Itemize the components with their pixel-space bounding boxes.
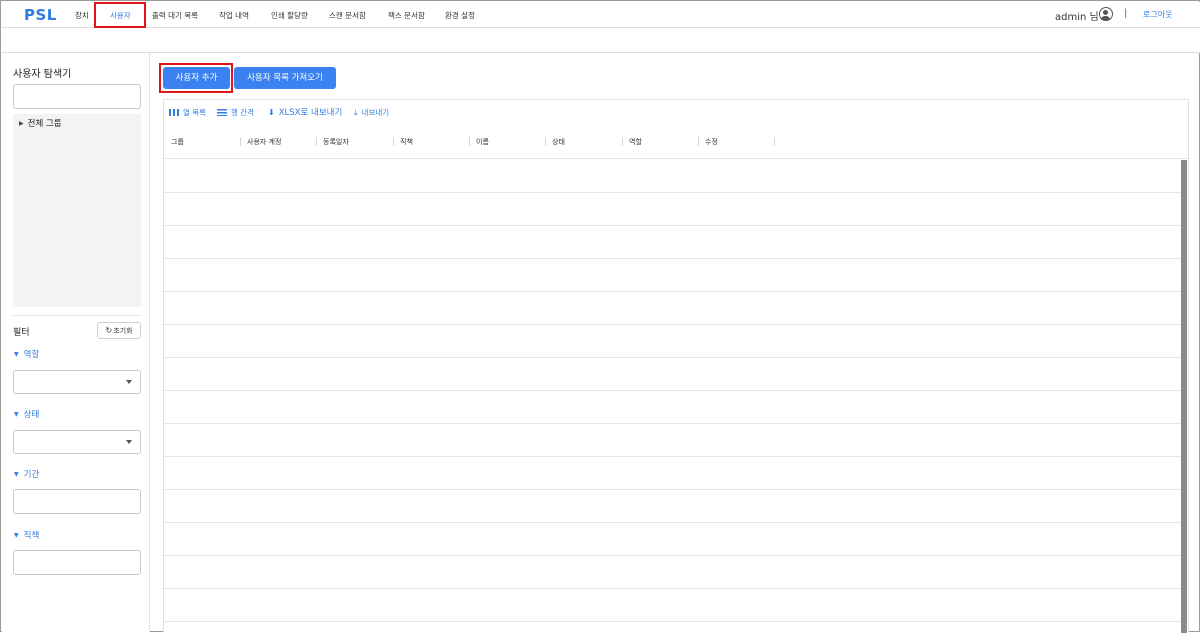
column-separator[interactable] <box>774 137 775 146</box>
table-row[interactable] <box>164 160 1182 193</box>
sidebar-search-input[interactable] <box>13 84 141 109</box>
table-row[interactable] <box>164 391 1182 424</box>
top-navigation: PSL 장치 사용자 출력 대기 목록 작업 내역 인쇄 할당량 스캔 문서함 … <box>2 2 1200 28</box>
column-header-role[interactable]: 역할 <box>629 137 642 147</box>
export-xlsx-button[interactable]: ⬇ XLSX로 내보내기 <box>268 106 342 118</box>
column-header-group[interactable]: 그룹 <box>171 137 184 147</box>
column-separator[interactable] <box>698 137 699 146</box>
tree-item-label: 전체 그룹 <box>27 119 62 129</box>
nav-item-settings[interactable]: 환경 설정 <box>445 10 475 21</box>
app-window: PSL 장치 사용자 출력 대기 목록 작업 내역 인쇄 할당량 스캔 문서함 … <box>0 0 1200 633</box>
nav-item-scan-box[interactable]: 스캔 문서함 <box>329 10 366 21</box>
export-button[interactable]: ⤓ 내보내기 <box>354 107 389 118</box>
column-separator[interactable] <box>545 137 546 146</box>
sub-header-bar <box>2 28 1200 53</box>
add-user-highlight-box <box>159 63 233 93</box>
table-row[interactable] <box>164 193 1182 226</box>
download-icon: ⬇ <box>268 108 275 117</box>
chevron-down-icon <box>126 380 132 384</box>
caret-down-icon: ▼ <box>14 411 19 418</box>
caret-down-icon: ▼ <box>14 471 19 478</box>
table-row[interactable] <box>164 226 1182 259</box>
refresh-icon: ↻ <box>105 326 113 335</box>
group-tree: ▶ 전체 그룹 <box>13 114 141 307</box>
filter-role-select[interactable] <box>13 370 141 394</box>
column-header-status[interactable]: 상태 <box>552 137 565 147</box>
column-header-account[interactable]: 사용자 계정 <box>247 137 281 147</box>
caret-down-icon: ▼ <box>14 351 19 358</box>
density-icon <box>217 109 227 116</box>
nav-item-devices[interactable]: 장치 <box>75 10 89 21</box>
nav-item-fax-box[interactable]: 팩스 문서함 <box>388 10 425 21</box>
tree-item-all-groups[interactable]: ▶ 전체 그룹 <box>19 117 62 129</box>
table-row[interactable] <box>164 457 1182 490</box>
table-row[interactable] <box>164 424 1182 457</box>
density-button[interactable]: 행 간격 <box>217 107 254 118</box>
export-icon: ⤓ <box>354 108 358 117</box>
sidebar-title: 사용자 탐색기 <box>13 69 72 80</box>
filter-status-select[interactable] <box>13 430 141 454</box>
filter-period-label[interactable]: ▼ 기간 <box>14 468 39 480</box>
tree-expand-icon[interactable]: ▶ <box>19 120 24 127</box>
grid-header: 그룹 사용자 계정 등록일자 직책 이름 상태 역할 수정 <box>164 130 1188 159</box>
caret-down-icon: ▼ <box>14 532 19 539</box>
column-header-registered[interactable]: 등록일자 <box>323 137 349 147</box>
user-explorer-sidebar: 사용자 탐색기 ▶ 전체 그룹 필터 ↻초기화 ▼ 역할 ▼ 상태 ▼ 기간 ▼ 직책 <box>2 53 150 632</box>
chevron-down-icon <box>126 440 132 444</box>
nav-item-print-quota[interactable]: 인쇄 할당량 <box>271 10 308 21</box>
table-row[interactable] <box>164 490 1182 523</box>
filter-title: 필터 <box>13 328 30 338</box>
table-row[interactable] <box>164 589 1182 622</box>
user-account-icon[interactable] <box>1099 7 1113 21</box>
column-separator[interactable] <box>316 137 317 146</box>
table-row[interactable] <box>164 556 1182 589</box>
table-row[interactable] <box>164 358 1182 391</box>
column-separator[interactable] <box>393 137 394 146</box>
users-data-grid: 열 목록 행 간격 ⬇ XLSX로 내보내기 ⤓ 내보내기 그룹 사용자 계정 등록… <box>163 99 1189 633</box>
nav-item-job-history[interactable]: 작업 내역 <box>219 10 249 21</box>
filter-status-label[interactable]: ▼ 상태 <box>14 408 39 420</box>
nav-item-print-queue[interactable]: 출력 대기 목록 <box>152 10 198 21</box>
table-row[interactable] <box>164 523 1182 556</box>
table-row[interactable] <box>164 292 1182 325</box>
header-separator: | <box>1124 8 1128 19</box>
filter-reset-button[interactable]: ↻초기화 <box>97 322 141 339</box>
filter-position-input[interactable] <box>13 550 141 575</box>
column-header-position[interactable]: 직책 <box>400 137 413 147</box>
column-separator[interactable] <box>622 137 623 146</box>
nav-highlight-box <box>94 2 146 28</box>
column-header-edit[interactable]: 수정 <box>705 137 718 147</box>
table-row[interactable] <box>164 325 1182 358</box>
sidebar-divider <box>13 315 141 316</box>
column-header-name[interactable]: 이름 <box>476 137 489 147</box>
reset-label: 초기화 <box>113 327 133 335</box>
import-users-button[interactable]: 사용자 목록 가져오기 <box>234 67 336 89</box>
columns-icon <box>169 109 179 116</box>
column-separator[interactable] <box>469 137 470 146</box>
user-name: admin 님 <box>1055 12 1099 23</box>
column-separator[interactable] <box>240 137 241 146</box>
app-logo[interactable]: PSL <box>24 6 57 24</box>
filter-position-label[interactable]: ▼ 직책 <box>14 529 39 541</box>
columns-button[interactable]: 열 목록 <box>169 107 206 118</box>
grid-vertical-scrollbar[interactable] <box>1181 160 1187 633</box>
table-row[interactable] <box>164 259 1182 292</box>
filter-period-input[interactable] <box>13 489 141 514</box>
filter-role-label[interactable]: ▼ 역할 <box>14 348 39 360</box>
logout-link[interactable]: 로그아웃 <box>1143 9 1172 20</box>
